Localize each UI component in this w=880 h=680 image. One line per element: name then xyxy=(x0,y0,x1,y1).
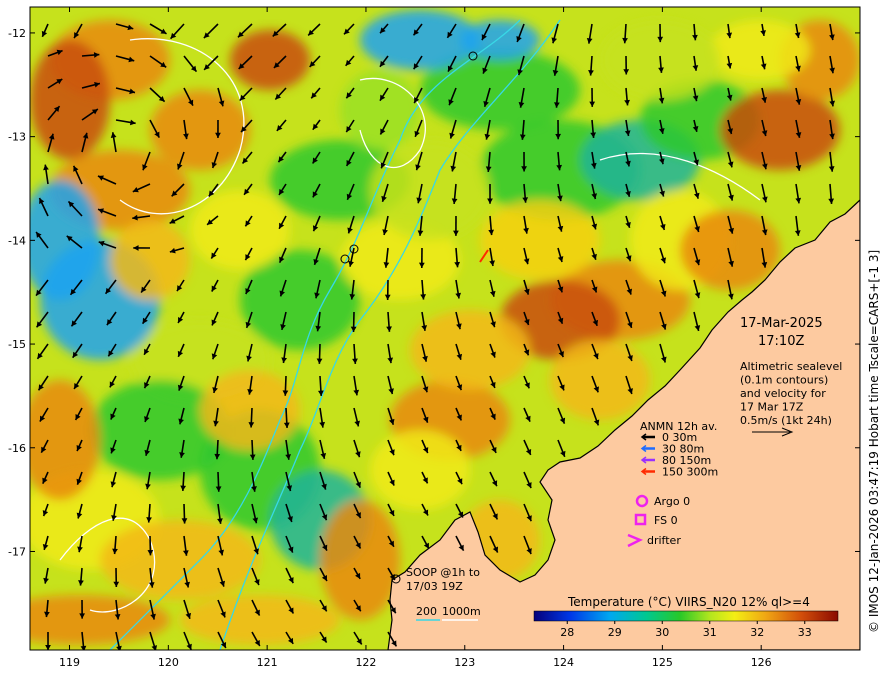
altimetry-line: and velocity for xyxy=(740,387,826,400)
x-tick-label: 124 xyxy=(553,656,574,669)
altimetry-line: 0.5m/s (1kt 24h) xyxy=(740,414,832,427)
sst-patch xyxy=(460,20,540,60)
depth-200-label: 200 xyxy=(416,605,437,618)
sst-patch xyxy=(30,380,100,500)
x-tick-label: 120 xyxy=(158,656,179,669)
depth-1000-label: 1000m xyxy=(442,605,481,618)
soop-line1: SOOP @1h to xyxy=(406,566,480,579)
y-tick-label: -12 xyxy=(8,27,26,40)
y-tick-label: -14 xyxy=(8,234,26,247)
x-tick-label: 125 xyxy=(652,656,673,669)
sst-patch xyxy=(370,430,470,510)
sst-patch xyxy=(340,70,420,150)
colorbar-tick-label: 32 xyxy=(750,626,764,639)
sst-patch xyxy=(100,520,260,600)
sst-patch xyxy=(190,190,290,270)
y-tick-label: -15 xyxy=(8,338,26,351)
sst-patch xyxy=(370,140,490,240)
altimetry-line: (0.1m contours) xyxy=(740,374,828,387)
sst-patch xyxy=(150,90,250,170)
drifter-label: drifter xyxy=(647,534,681,547)
colorbar-tick-label: 29 xyxy=(608,626,622,639)
altimetry-line: 17 Mar 17Z xyxy=(740,401,804,414)
sst-patch xyxy=(720,90,840,170)
y-tick-label: -13 xyxy=(8,131,26,144)
time-label: 17:10Z xyxy=(758,334,804,349)
x-tick-label: 122 xyxy=(355,656,376,669)
x-tick-label: 123 xyxy=(454,656,475,669)
anmn-label: 150 300m xyxy=(662,466,718,479)
colorbar-tick-label: 33 xyxy=(798,626,812,639)
credit-text: © IMOS 12-Jan-2026 03:47:19 Hobart time … xyxy=(867,250,880,633)
date-label: 17-Mar-2025 xyxy=(740,316,823,331)
y-tick-label: -16 xyxy=(8,442,26,455)
soop-line2: 17/03 19Z xyxy=(406,580,463,593)
sst-patch xyxy=(410,310,530,390)
colorbar-title: Temperature (°C) VIIRS_N20 12% ql>=4 xyxy=(567,595,810,609)
map-figure: 119 120 121 122 123 124 125 126 -12 -13 -14 -15 -16… xyxy=(8,6,880,669)
sst-patch xyxy=(480,200,600,280)
y-tick-label: -17 xyxy=(8,545,26,558)
fs-label: FS 0 xyxy=(654,514,678,527)
sst-patch xyxy=(230,30,310,90)
colorbar-tick-label: 28 xyxy=(560,626,574,639)
sst-patch xyxy=(710,20,810,80)
argo-label: Argo 0 xyxy=(654,495,690,508)
altimetry-line: Altimetric sealevel xyxy=(740,360,842,373)
colorbar-tick-label: 30 xyxy=(655,626,669,639)
sst-patch xyxy=(30,40,110,160)
colorbar xyxy=(533,610,839,622)
x-tick-label: 121 xyxy=(257,656,278,669)
sst-patch xyxy=(180,595,340,645)
sst-patch xyxy=(550,340,650,420)
x-tick-label: 126 xyxy=(751,656,772,669)
colorbar-tick-label: 31 xyxy=(703,626,717,639)
x-tick-label: 119 xyxy=(59,656,80,669)
